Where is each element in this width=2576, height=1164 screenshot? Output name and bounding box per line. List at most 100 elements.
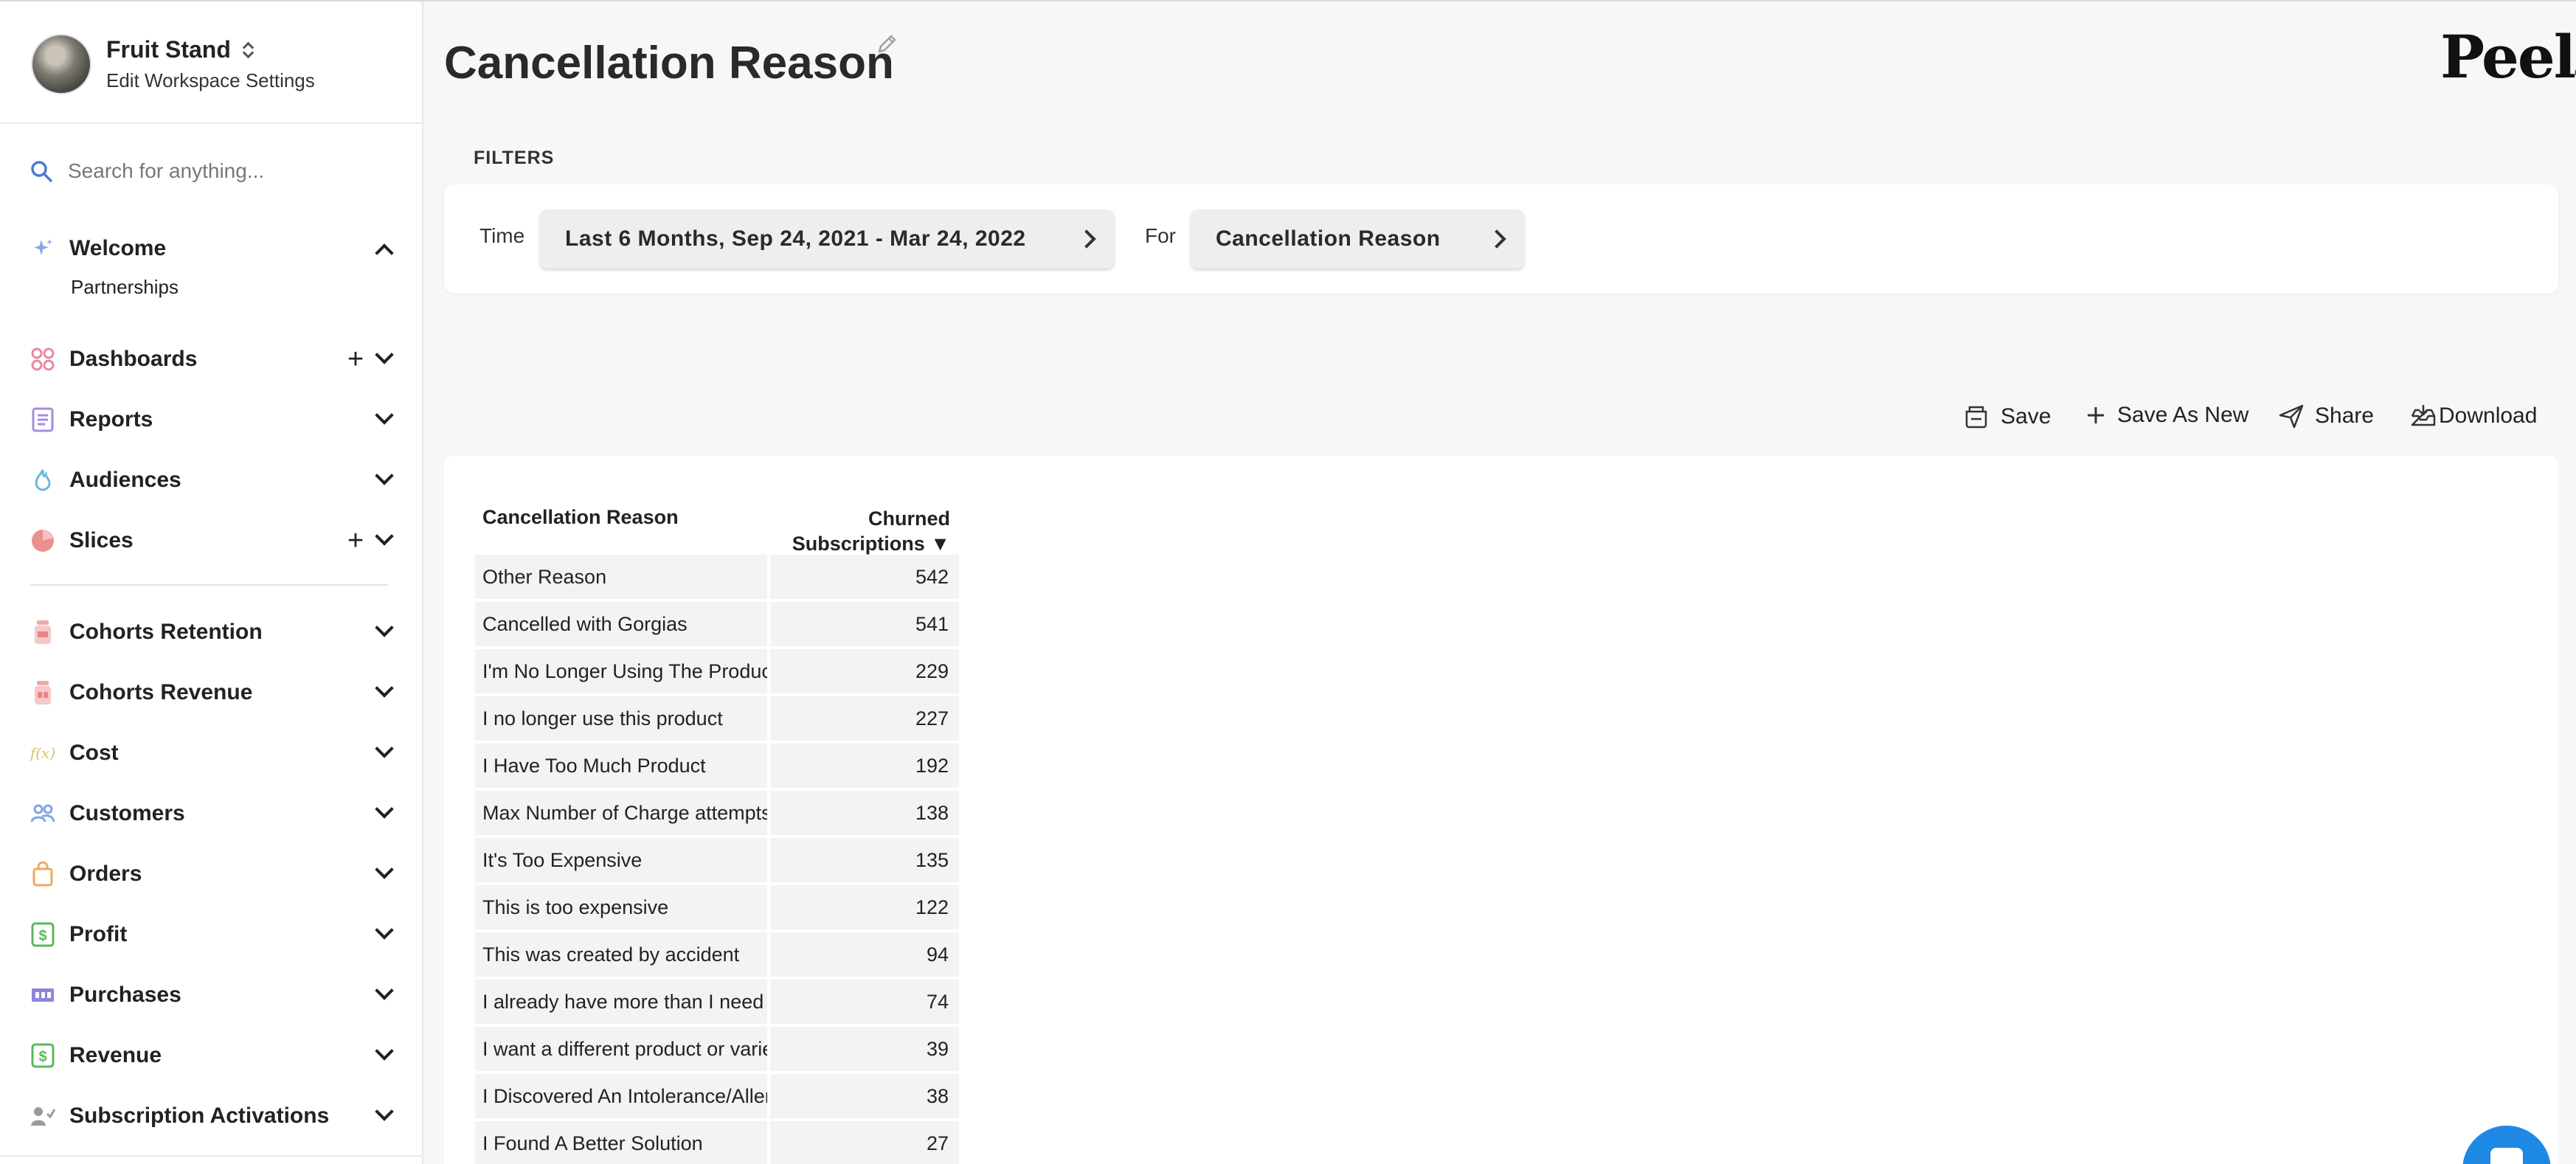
add-dashboard-button[interactable]: +	[344, 345, 367, 373]
chevron-down-icon[interactable]	[375, 921, 394, 940]
column-header-reason[interactable]: Cancellation Reason	[482, 506, 679, 529]
sidebar-item-audiences[interactable]: Audiences	[30, 462, 398, 499]
divider	[0, 122, 423, 124]
table-body: Other Reason 542 Cancelled with Gorgias 541…	[475, 555, 959, 1164]
cell-reason: This is too expensive	[475, 885, 767, 929]
chevron-up-icon[interactable]	[375, 243, 394, 263]
sidebar-item-purchases[interactable]: Purchases	[30, 977, 398, 1014]
table-row: I'm No Longer Using The Product 229	[475, 649, 959, 693]
sidebar-item-welcome[interactable]: Welcome	[30, 230, 398, 267]
sidebar-item-orders[interactable]: Orders	[30, 856, 398, 893]
save-button[interactable]: Save	[1962, 403, 2051, 431]
cell-reason: I Found A Better Solution	[475, 1121, 767, 1164]
filters-card: Time Last 6 Months, Sep 24, 2021 - Mar 2…	[444, 184, 2558, 294]
report-table: Cancellation Reason Churned Subscription…	[475, 491, 959, 1164]
chevron-down-icon[interactable]	[375, 345, 394, 364]
jar-icon	[30, 679, 56, 706]
send-icon	[2279, 404, 2304, 429]
chevron-down-icon[interactable]	[375, 1042, 394, 1061]
sidebar-item-customers[interactable]: Customers	[30, 795, 398, 832]
dashboard-grid-icon	[30, 346, 56, 373]
chevron-down-icon[interactable]	[375, 679, 394, 698]
table-header: Cancellation Reason Churned Subscription…	[475, 491, 959, 555]
cell-churned-count: 39	[770, 1027, 959, 1071]
cell-reason: I already have more than I need	[475, 980, 767, 1024]
sidebar-item-dashboards[interactable]: Dashboards +	[30, 341, 398, 378]
sparkle-icon	[30, 235, 56, 262]
cell-churned-count: 135	[770, 838, 959, 882]
chevron-down-icon[interactable]	[375, 618, 394, 637]
chevron-down-icon[interactable]	[375, 406, 394, 425]
edit-workspace-settings-link[interactable]: Edit Workspace Settings	[106, 69, 315, 92]
cell-reason: I Discovered An Intolerance/Allergy	[475, 1074, 767, 1118]
chevron-down-icon[interactable]	[375, 1102, 394, 1121]
cell-reason: Other Reason	[475, 555, 767, 599]
pencil-edit-icon[interactable]	[875, 32, 899, 60]
jar-icon	[30, 619, 56, 645]
report-table-card: Cancellation Reason Churned Subscription…	[444, 456, 2558, 1164]
cell-reason: This was created by accident	[475, 932, 767, 977]
search-input[interactable]: Search for anything...	[68, 159, 264, 183]
avatar[interactable]	[31, 34, 91, 94]
sidebar-item-subscription-activations[interactable]: Subscription Activations	[30, 1098, 398, 1134]
table-row: Max Number of Charge attempts 138	[475, 791, 959, 835]
divider	[0, 1155, 423, 1157]
cell-churned-count: 94	[770, 932, 959, 977]
flame-icon	[30, 467, 56, 493]
cell-churned-count: 138	[770, 791, 959, 835]
sidebar-item-revenue[interactable]: $ Revenue	[30, 1037, 398, 1074]
search-icon	[31, 161, 52, 182]
function-icon: f(x)	[30, 744, 56, 762]
svg-text:$: $	[38, 928, 46, 944]
chevron-down-icon[interactable]	[375, 981, 394, 1000]
sidebar-item-cohorts-revenue[interactable]: Cohorts Revenue	[30, 674, 398, 711]
sidebar-subitem-partnerships[interactable]: Partnerships	[71, 276, 179, 299]
user-check-icon	[30, 1103, 56, 1129]
table-row: I already have more than I need 74	[475, 980, 959, 1024]
sidebar-item-profit[interactable]: $ Profit	[30, 916, 398, 953]
sidebar: Fruit Stand Edit Workspace Settings Sear…	[0, 1, 423, 1164]
sidebar-item-cohorts-retention[interactable]: Cohorts Retention	[30, 614, 398, 651]
table-row: I want a different product or variety 39	[475, 1027, 959, 1071]
cell-reason: Max Number of Charge attempts	[475, 791, 767, 835]
sidebar-item-reports[interactable]: Reports	[30, 401, 398, 438]
filters-section-label: FILTERS	[474, 148, 555, 168]
add-slice-button[interactable]: +	[344, 527, 367, 555]
cell-churned-count: 38	[770, 1074, 959, 1118]
cell-churned-count: 541	[770, 602, 959, 646]
cell-churned-count: 27	[770, 1121, 959, 1164]
page-title: Cancellation Reason	[444, 38, 894, 89]
time-filter-button[interactable]: Last 6 Months, Sep 24, 2021 - Mar 24, 20…	[540, 209, 1114, 269]
sidebar-item-slices[interactable]: Slices +	[30, 522, 398, 559]
table-row: I Have Too Much Product 192	[475, 744, 959, 788]
cell-churned-count: 542	[770, 555, 959, 599]
cell-reason: It's Too Expensive	[475, 838, 767, 882]
workspace-switcher[interactable]: Fruit Stand Edit Workspace Settings	[31, 31, 400, 97]
download-button[interactable]: Download	[2409, 403, 2537, 429]
cell-reason: I want a different product or variety	[475, 1027, 767, 1071]
chevron-down-icon[interactable]	[375, 739, 394, 758]
table-row: It's Too Expensive 135	[475, 838, 959, 882]
chevron-updown-icon[interactable]	[241, 41, 255, 59]
save-icon	[1965, 406, 1987, 429]
chevron-down-icon[interactable]	[375, 466, 394, 485]
column-header-churned[interactable]: Churned Subscriptions ▼	[792, 506, 950, 556]
chevron-right-icon	[1487, 229, 1506, 249]
workspace-name[interactable]: Fruit Stand	[106, 36, 231, 63]
share-button[interactable]: Share	[2278, 403, 2374, 429]
chevron-down-icon[interactable]	[375, 800, 394, 819]
sidebar-item-cost[interactable]: f(x) Cost	[30, 735, 398, 772]
search-bar[interactable]: Search for anything...	[30, 153, 398, 190]
report-icon	[30, 406, 56, 433]
dollar-icon: $	[30, 1042, 56, 1069]
chevron-down-icon[interactable]	[375, 860, 394, 879]
users-icon	[30, 800, 56, 827]
table-row: I Found A Better Solution 27	[475, 1121, 959, 1164]
cell-churned-count: 229	[770, 649, 959, 693]
pie-slice-icon	[30, 527, 56, 554]
chevron-down-icon[interactable]	[375, 527, 394, 546]
table-row: Cancelled with Gorgias 541	[475, 602, 959, 646]
save-as-new-button[interactable]: Save As New	[2085, 403, 2248, 428]
for-filter-button[interactable]: Cancellation Reason	[1191, 209, 1524, 269]
cell-churned-count: 192	[770, 744, 959, 788]
